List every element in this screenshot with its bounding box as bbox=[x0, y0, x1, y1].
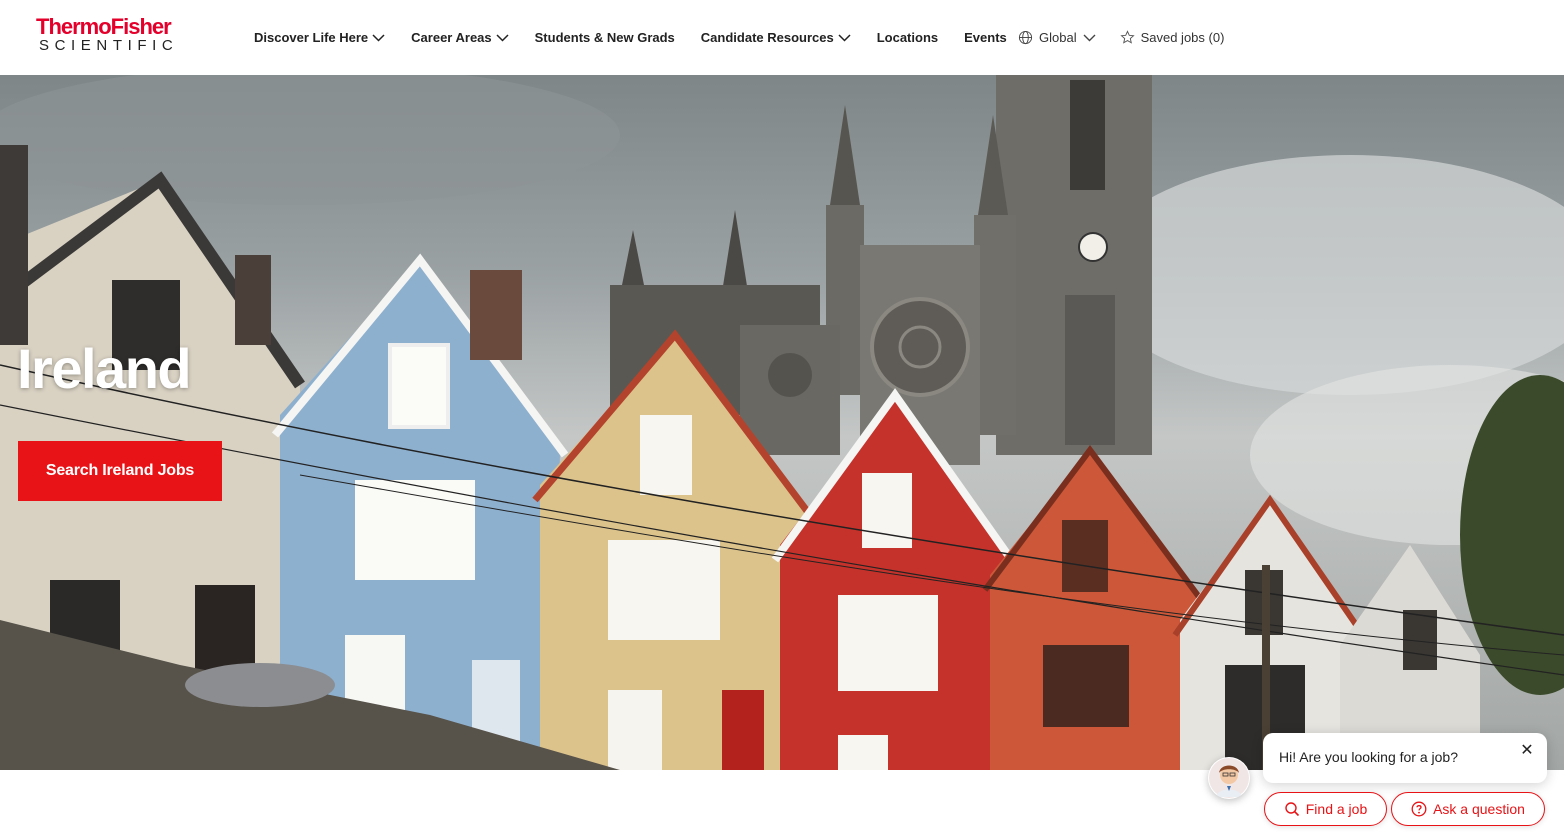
question-icon bbox=[1411, 801, 1427, 817]
nav-events[interactable]: Events bbox=[964, 30, 1007, 45]
logo-wordmark-top: ThermoFisher bbox=[36, 14, 172, 39]
chat-greeting-bubble: Hi! Are you looking for a job? ✕ bbox=[1263, 733, 1547, 783]
nav-label: Events bbox=[964, 30, 1007, 45]
nav-career-areas[interactable]: Career Areas bbox=[411, 30, 509, 45]
chatbot-avatar[interactable] bbox=[1208, 757, 1250, 799]
thermo-fisher-logo[interactable]: ThermoFisher SCIENTIFIC bbox=[36, 16, 196, 56]
find-a-job-label: Find a job bbox=[1305, 801, 1368, 817]
nav-label: Students & New Grads bbox=[534, 30, 675, 45]
search-ireland-jobs-button[interactable]: Search Ireland Jobs bbox=[18, 441, 222, 501]
globe-icon bbox=[1018, 30, 1033, 45]
region-selector[interactable]: Global bbox=[1018, 30, 1096, 45]
main-nav: Discover Life Here Career Areas Students… bbox=[254, 0, 1033, 75]
chat-greeting-text: Hi! Are you looking for a job? bbox=[1279, 749, 1458, 765]
nav-discover-life-here[interactable]: Discover Life Here bbox=[254, 30, 385, 45]
logo-wordmark-bottom: SCIENTIFIC bbox=[39, 37, 179, 54]
search-icon bbox=[1285, 802, 1299, 817]
close-icon[interactable]: ✕ bbox=[1519, 743, 1535, 759]
nav-locations[interactable]: Locations bbox=[877, 30, 938, 45]
nav-label: Career Areas bbox=[411, 30, 492, 45]
find-a-job-button[interactable]: Find a job bbox=[1264, 792, 1387, 826]
chevron-down-icon bbox=[496, 33, 509, 42]
hero-banner: Ireland Search Ireland Jobs bbox=[0, 75, 1564, 770]
nav-label: Locations bbox=[876, 30, 939, 45]
nav-candidate-resources[interactable]: Candidate Resources bbox=[701, 30, 851, 45]
saved-jobs-label: Saved jobs (0) bbox=[1140, 30, 1225, 45]
utility-nav: Global Saved jobs (0) bbox=[1018, 0, 1224, 75]
hero-title: Ireland bbox=[17, 337, 192, 400]
site-header: ThermoFisher SCIENTIFIC Discover Life He… bbox=[0, 0, 1564, 75]
hero-background-image bbox=[0, 75, 1564, 770]
chatbot-avatar-icon bbox=[1209, 758, 1249, 798]
star-icon bbox=[1119, 30, 1135, 44]
nav-label: Candidate Resources bbox=[700, 30, 834, 45]
ask-a-question-label: Ask a question bbox=[1433, 801, 1525, 817]
chevron-down-icon bbox=[1083, 34, 1096, 41]
chevron-down-icon bbox=[838, 33, 851, 42]
chevron-down-icon bbox=[372, 33, 385, 42]
region-label: Global bbox=[1039, 30, 1077, 45]
nav-students-new-grads[interactable]: Students & New Grads bbox=[535, 30, 675, 45]
ask-a-question-button[interactable]: Ask a question bbox=[1391, 792, 1545, 826]
saved-jobs-link[interactable]: Saved jobs (0) bbox=[1119, 30, 1225, 45]
nav-label: Discover Life Here bbox=[254, 30, 369, 45]
